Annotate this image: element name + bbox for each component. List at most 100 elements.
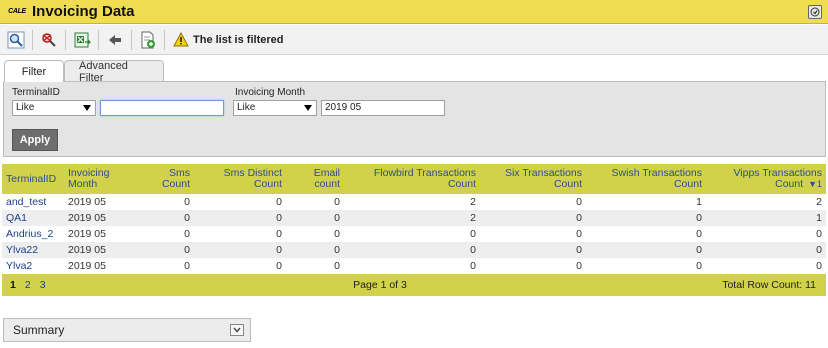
cell-flowbird-count: 2 (470, 212, 476, 224)
cell-swish-count: 0 (696, 212, 702, 224)
cell-swish-count: 1 (696, 196, 702, 208)
column-header-sms-count[interactable]: Sms Count (138, 164, 194, 194)
apply-button[interactable]: Apply (12, 129, 58, 151)
cell-email-count: 0 (334, 212, 340, 224)
cell-six-count: 0 (576, 212, 582, 224)
search-button[interactable] (6, 30, 26, 50)
invoicing-month-label: Invoicing Month (235, 87, 306, 98)
filter-status-text: The list is filtered (193, 33, 284, 46)
column-header-six-transactions-count[interactable]: Six Transactions Count (480, 164, 586, 194)
pager: 123 Page 1 of 3 Total Row Count: 11 (2, 274, 826, 296)
cell-sms-count: 0 (184, 228, 190, 240)
toolbar-separator (98, 29, 99, 50)
cell-six-count: 0 (576, 228, 582, 240)
cell-terminal-id[interactable]: Andrius_2 (2, 226, 64, 242)
cell-terminal-id[interactable]: Ylva22 (2, 242, 64, 258)
title-bar: CALE Invoicing Data (0, 0, 828, 24)
cell-sms-distinct-count: 0 (276, 244, 282, 256)
month-operator-select[interactable]: Like (233, 100, 317, 116)
cell-six-count: 0 (576, 196, 582, 208)
pin-icon (109, 34, 121, 45)
terminal-operator-select[interactable]: Like (12, 100, 96, 116)
table-row[interactable]: Ylva22 2019 05 0 0 0 0 0 0 0 (2, 242, 826, 258)
summary-panel[interactable]: Summary (3, 318, 251, 342)
cell-sms-count: 0 (184, 212, 190, 224)
add-document-button[interactable] (138, 30, 158, 50)
row-count: Total Row Count: 11 (722, 279, 816, 291)
cell-vipps-count: 1 (816, 212, 822, 224)
cell-invoicing-month: 2019 05 (68, 196, 106, 208)
chevron-down-icon (83, 105, 91, 111)
cell-vipps-count: 0 (816, 260, 822, 272)
toolbar-separator (32, 29, 33, 50)
cell-flowbird-count: 0 (470, 244, 476, 256)
clear-filter-icon (42, 32, 56, 47)
chevron-down-icon (233, 327, 241, 333)
tab-advanced-filter[interactable]: Advanced Filter (64, 60, 164, 84)
cell-sms-distinct-count: 0 (276, 212, 282, 224)
cell-email-count: 0 (334, 260, 340, 272)
column-header-vipps-transactions-count[interactable]: Vipps Transactions Count ▼1 (706, 164, 826, 194)
page-info: Page 1 of 3 (353, 279, 407, 291)
grid-header-row: TerminalID Invoicing Month Sms Count Sms… (2, 164, 826, 194)
cell-vipps-count: 0 (816, 244, 822, 256)
filter-panel: TerminalID Like Invoicing Month Like 201… (3, 81, 826, 157)
export-excel-button[interactable] (72, 30, 92, 50)
cell-swish-count: 0 (696, 244, 702, 256)
export-excel-icon (74, 32, 91, 47)
tab-filter[interactable]: Filter (4, 60, 64, 82)
help-button[interactable] (808, 5, 822, 19)
cell-sms-count: 0 (184, 244, 190, 256)
cale-logo: CALE (8, 8, 26, 15)
column-header-email-count[interactable]: Email count (286, 164, 344, 194)
invoicing-grid: TerminalID Invoicing Month Sms Count Sms… (2, 164, 826, 274)
cell-flowbird-count: 2 (470, 196, 476, 208)
column-header-invoicing-month[interactable]: Invoicing Month (64, 164, 138, 194)
column-header-flowbird-transactions-count[interactable]: Flowbird Transactions Count (344, 164, 480, 194)
cell-sms-count: 0 (184, 260, 190, 272)
cell-swish-count: 0 (696, 260, 702, 272)
pin-button[interactable] (105, 30, 125, 50)
cell-email-count: 0 (334, 244, 340, 256)
toolbar: The list is filtered (0, 25, 828, 55)
cell-invoicing-month: 2019 05 (68, 260, 106, 272)
summary-expand-button[interactable] (230, 324, 244, 336)
cell-email-count: 0 (334, 228, 340, 240)
cell-six-count: 0 (576, 244, 582, 256)
terminal-id-input[interactable] (100, 100, 224, 116)
cell-sms-count: 0 (184, 196, 190, 208)
help-icon (810, 7, 820, 17)
cell-invoicing-month: 2019 05 (68, 228, 106, 240)
cell-vipps-count: 0 (816, 228, 822, 240)
cell-email-count: 0 (334, 196, 340, 208)
warning-icon (173, 32, 189, 47)
cell-sms-distinct-count: 0 (276, 196, 282, 208)
cell-swish-count: 0 (696, 228, 702, 240)
cell-invoicing-month: 2019 05 (68, 244, 106, 256)
table-row[interactable]: Andrius_2 2019 05 0 0 0 0 0 0 0 (2, 226, 826, 242)
table-row[interactable]: Ylva2 2019 05 0 0 0 0 0 0 0 (2, 258, 826, 274)
toolbar-separator (65, 29, 66, 50)
terminal-operator-value: Like (16, 102, 35, 113)
filter-tabs: Filter Advanced Filter (4, 60, 164, 84)
cell-flowbird-count: 0 (470, 260, 476, 272)
filter-status: The list is filtered (173, 32, 283, 47)
add-document-icon (141, 31, 155, 48)
table-row[interactable]: QA1 2019 05 0 0 0 2 0 0 1 (2, 210, 826, 226)
column-header-terminal-id[interactable]: TerminalID (2, 164, 64, 194)
table-row[interactable]: and_test 2019 05 0 0 0 2 0 1 2 (2, 194, 826, 210)
column-header-sms-distinct-count[interactable]: Sms Distinct Count (194, 164, 286, 194)
cell-sms-distinct-count: 0 (276, 260, 282, 272)
clear-filter-button[interactable] (39, 30, 59, 50)
toolbar-separator (164, 29, 165, 50)
invoicing-month-input[interactable]: 2019 05 (321, 100, 445, 116)
magnifier-icon (7, 31, 25, 48)
cell-terminal-id[interactable]: Ylva2 (2, 258, 64, 274)
summary-label: Summary (13, 323, 65, 337)
cell-terminal-id[interactable]: QA1 (2, 210, 64, 226)
cell-vipps-count: 2 (816, 196, 822, 208)
cell-terminal-id[interactable]: and_test (2, 194, 64, 210)
toolbar-separator (131, 29, 132, 50)
sort-descending-icon: ▼1 (808, 179, 822, 189)
column-header-swish-transactions-count[interactable]: Swish Transactions Count (586, 164, 706, 194)
